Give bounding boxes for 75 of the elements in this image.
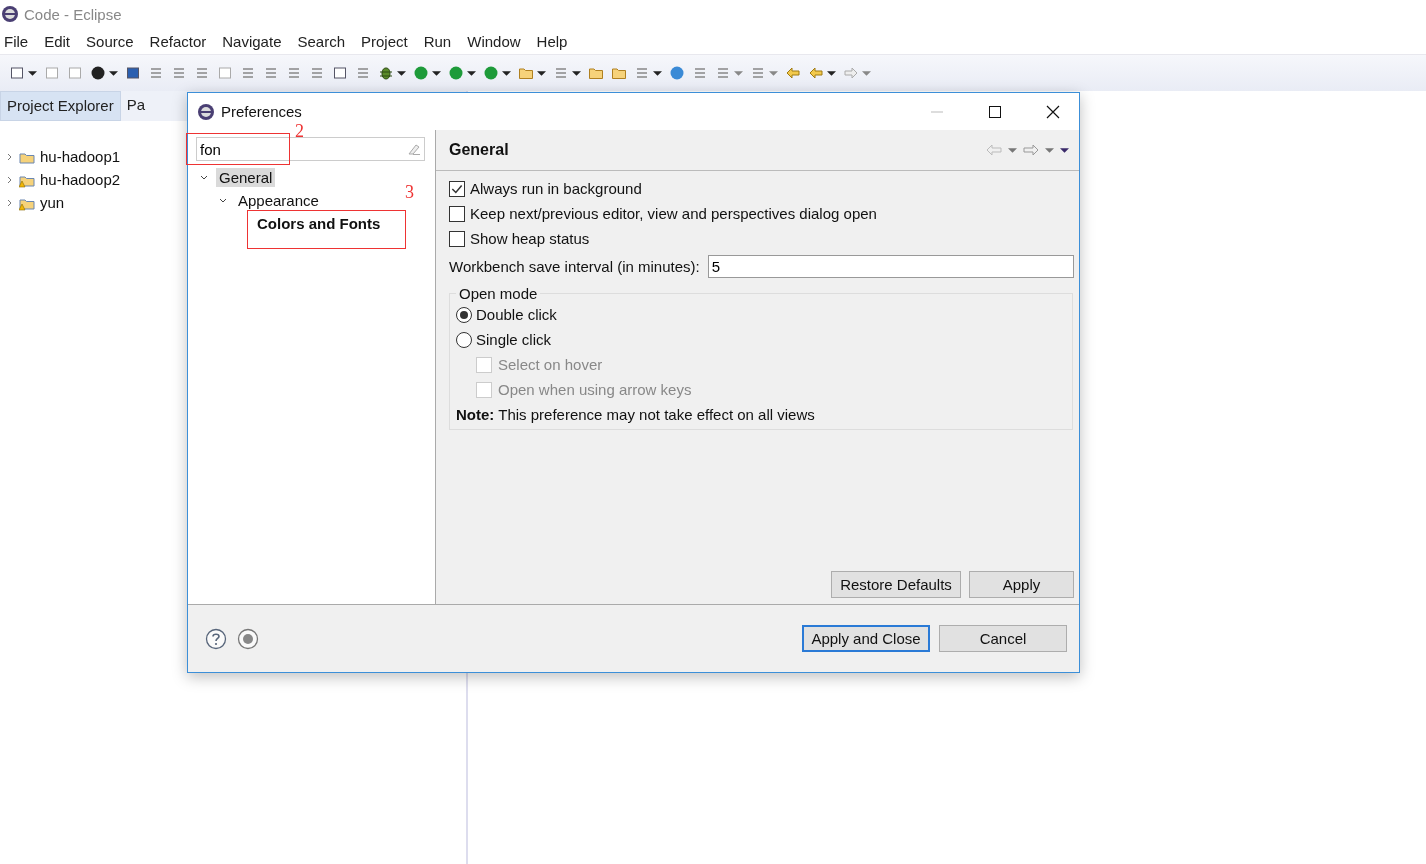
preferences-logo-icon	[197, 102, 215, 121]
checkbox[interactable]	[449, 205, 465, 222]
chevron-icon[interactable]	[6, 152, 14, 161]
dropdown-caret-icon[interactable]	[109, 68, 118, 78]
note-text: Note: This preference may not take effect on all views	[456, 405, 816, 425]
cancel-button[interactable]: Cancel	[939, 625, 1067, 652]
page-title: General	[449, 141, 509, 159]
menu-item[interactable]: Edit	[44, 32, 78, 50]
chevron-icon[interactable]	[6, 198, 14, 207]
radio-label: Single click	[476, 331, 552, 348]
chevron-icon[interactable]	[219, 196, 227, 205]
menu-item[interactable]: Search	[297, 32, 352, 50]
view-menu-icon[interactable]	[1060, 145, 1069, 155]
checkbox-label: Always run in background	[470, 180, 642, 197]
view-tab[interactable]: Pa	[120, 91, 152, 121]
checkbox[interactable]	[449, 230, 465, 247]
checkbox-label: Select on hover	[498, 356, 603, 373]
forward-arrow-icon[interactable]	[1023, 144, 1039, 156]
menu-item[interactable]: Source	[86, 32, 141, 50]
project-name[interactable]: hu-hadoop1	[40, 148, 121, 165]
dropdown-caret-icon[interactable]	[28, 68, 37, 78]
menu-item[interactable]: Run	[423, 32, 459, 50]
dropdown-caret-icon[interactable]	[397, 68, 406, 78]
dropdown-caret-icon[interactable]	[502, 68, 511, 78]
chevron-icon[interactable]	[6, 175, 14, 184]
close-icon[interactable]	[1046, 104, 1060, 119]
toolbar-folder-icon[interactable]	[588, 65, 604, 81]
checkbox[interactable]	[449, 180, 465, 197]
menu-item[interactable]: Project	[361, 32, 415, 50]
field-label: Workbench save interval (in minutes):	[449, 257, 700, 275]
toolbar-arrow-left-icon[interactable]	[808, 65, 824, 81]
dropdown-caret-icon[interactable]	[653, 68, 662, 78]
radio-label: Double click	[476, 306, 557, 323]
tree-item[interactable]: Appearance	[235, 191, 322, 210]
tree-item[interactable]: Colors and Fonts	[254, 214, 384, 233]
toolbar-arrow-left-icon[interactable]	[785, 65, 801, 81]
eclipse-logo-icon	[1, 5, 19, 23]
eraser-icon[interactable]	[407, 142, 421, 156]
group-title: Open mode	[458, 285, 539, 302]
checkbox-label: Keep next/previous editor, view and perspectives dialog open	[470, 205, 877, 222]
toolbar-bug-icon[interactable]	[378, 65, 394, 81]
save-interval-field[interactable]: 5	[707, 254, 1074, 278]
help-icon[interactable]	[205, 627, 227, 650]
dropdown-caret-icon[interactable]	[572, 68, 581, 78]
annotation-number: 3	[405, 182, 414, 203]
menu-item[interactable]: Help	[536, 32, 575, 50]
tree-item[interactable]: General	[216, 168, 276, 187]
dropdown-caret-icon[interactable]	[827, 68, 836, 78]
radio-button[interactable]	[456, 331, 472, 348]
menu-item[interactable]: Refactor	[149, 32, 214, 50]
restore-defaults-button[interactable]: Restore Defaults	[831, 571, 961, 598]
project-name[interactable]: hu-hadoop2	[40, 171, 121, 188]
view-tab[interactable]: Project Explorer	[0, 91, 121, 121]
menu-item[interactable]: Navigate	[222, 32, 289, 50]
toolbar-globe-icon[interactable]	[669, 65, 685, 81]
apply-and-close-button[interactable]: Apply and Close	[802, 625, 930, 652]
checkbox-label: Open when using arrow keys	[498, 381, 692, 398]
checkbox-label: Show heap status	[470, 230, 590, 247]
apply-button[interactable]: Apply	[969, 571, 1074, 598]
dropdown-caret-icon[interactable]	[537, 68, 546, 78]
toolbar-new-file-icon[interactable]	[9, 65, 25, 81]
radio-button[interactable]	[456, 306, 472, 323]
menu-item[interactable]: File	[4, 32, 36, 50]
menu-item[interactable]: Window	[467, 32, 528, 50]
dropdown-caret-icon[interactable]	[467, 68, 476, 78]
maximize-icon[interactable]	[988, 104, 1002, 119]
toolbar-folder-icon[interactable]	[611, 65, 627, 81]
dropdown-caret-icon[interactable]	[432, 68, 441, 78]
toolbar-arrow-right-icon[interactable]	[843, 65, 859, 81]
chevron-icon[interactable]	[200, 173, 208, 182]
record-icon[interactable]	[237, 627, 259, 650]
window-title: Code - Eclipse	[24, 5, 122, 23]
filter-field[interactable]: fon	[196, 137, 425, 161]
project-name[interactable]: yun	[40, 194, 65, 211]
dialog-title: Preferences	[221, 103, 302, 120]
